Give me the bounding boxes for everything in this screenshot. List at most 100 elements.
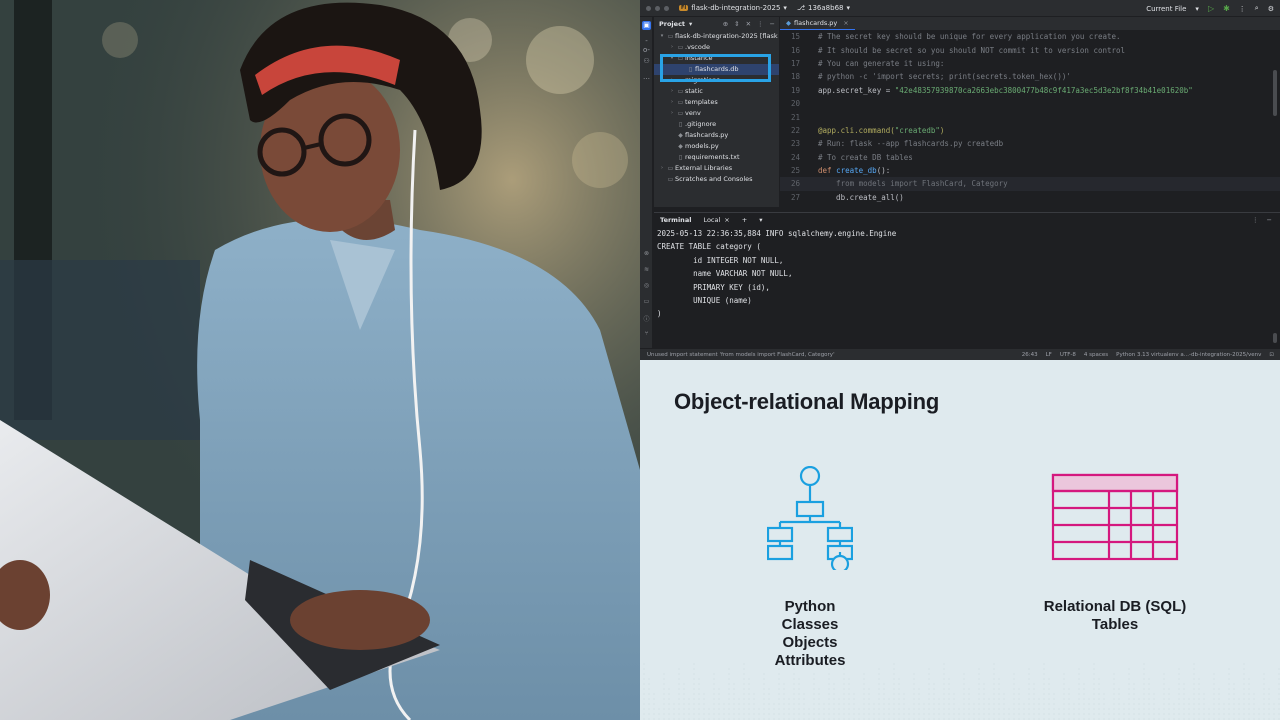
code-token: "createdb": [894, 125, 940, 135]
photo-illustration: [0, 0, 640, 720]
tree-item[interactable]: › ▭ templates: [654, 97, 779, 108]
code-line[interactable]: 18 # python -c 'import secrets; print(sec…: [780, 70, 1280, 83]
code-token: db.create_all(): [818, 192, 904, 202]
code-text: from models import FlashCard, Category: [818, 179, 1008, 188]
tree-item[interactable]: › ▭ External Libraries: [654, 163, 779, 174]
status-message[interactable]: Unused import statement 'from models imp…: [647, 352, 835, 358]
options-icon[interactable]: ⋮: [1252, 216, 1259, 224]
tree-item[interactable]: › ▭ static: [654, 86, 779, 97]
chevron-right-icon[interactable]: ›: [668, 42, 676, 53]
terminal-icon[interactable]: ▭: [640, 298, 653, 314]
run-icon[interactable]: ▷: [1208, 4, 1214, 13]
line-separator[interactable]: LF: [1046, 352, 1052, 358]
code-token: # The secret key should be unique for ev…: [818, 32, 1121, 42]
terminal-line: UNIQUE (name): [657, 295, 752, 305]
project-name: flask-db-integration-2025: [691, 4, 781, 12]
editor-tab-flashcards[interactable]: ◆ flashcards.py ×: [780, 17, 855, 30]
chevron-right-icon[interactable]: ›: [668, 108, 676, 119]
window-controls[interactable]: [646, 5, 669, 11]
tree-item[interactable]: ▯ requirements.txt: [654, 152, 779, 163]
chevron-down-icon[interactable]: ▾: [759, 216, 762, 224]
terminal-scrollbar[interactable]: [1273, 333, 1277, 343]
code-line[interactable]: 24 # To create DB tables: [780, 151, 1280, 164]
tree-item-label: static: [685, 87, 703, 95]
close-icon[interactable]: ×: [724, 216, 729, 224]
code-text: # The secret key should be unique for ev…: [818, 32, 1121, 41]
project-panel-header[interactable]: Project ▾ ⊕ ⇕ ✕ ⋮ −: [654, 17, 779, 31]
run-config-selector[interactable]: Current File: [1146, 5, 1186, 13]
layers-icon[interactable]: ≋: [640, 266, 653, 282]
code-line[interactable]: 19 app.secret_key = "42e48357939870ca2663…: [780, 84, 1280, 97]
folder-icon: ▭: [677, 88, 684, 95]
code-line[interactable]: 23 # Run: flask --app flashcards.py creat…: [780, 137, 1280, 150]
tree-item-label: requirements.txt: [685, 153, 740, 161]
code-line[interactable]: 26 from models import FlashCard, Categor…: [780, 177, 1280, 191]
chevron-down-icon[interactable]: ▾: [658, 31, 666, 42]
tree-item[interactable]: ▾ ▭ flask-db-integration-2025 [flask: [654, 31, 779, 42]
expand-icon[interactable]: ⇕: [734, 20, 739, 28]
code-line[interactable]: 17 # You can generate it using:: [780, 57, 1280, 70]
project-badge: FI: [679, 5, 689, 11]
collapse-icon[interactable]: ✕: [746, 20, 751, 28]
new-terminal-icon[interactable]: +: [742, 216, 747, 224]
options-icon[interactable]: ⋮: [757, 20, 764, 28]
more-icon[interactable]: ⋮: [1239, 5, 1246, 13]
terminal-output[interactable]: 2025-05-13 22:36:35,884 INFO sqlalchemy.…: [654, 227, 1280, 321]
code-line[interactable]: 21: [780, 110, 1280, 123]
terminal-local-tab[interactable]: Local ×: [703, 216, 729, 224]
services-icon[interactable]: ◎: [640, 282, 653, 298]
python-interpreter[interactable]: Python 3.13 virtualenv a...-db-integrati…: [1116, 352, 1261, 358]
editor-scrollbar[interactable]: [1273, 70, 1277, 116]
structure-tool-icon[interactable]: ⚇: [642, 57, 651, 66]
lock-icon[interactable]: ⊡: [1269, 352, 1274, 358]
code-token: "42e48357939870ca2663ebc3800477b48c9f417…: [894, 85, 1193, 95]
tree-item[interactable]: ▯ .gitignore: [654, 119, 779, 130]
class-hierarchy-icon: [767, 466, 853, 570]
indent-setting[interactable]: 4 spaces: [1084, 352, 1108, 358]
debug-icon[interactable]: ✱: [1223, 4, 1230, 13]
project-tool-icon[interactable]: ▣: [642, 21, 651, 30]
search-icon[interactable]: ⌕: [1255, 4, 1259, 13]
python-packages-icon[interactable]: ⊗: [640, 250, 653, 266]
chevron-down-icon: ▾: [1195, 4, 1199, 13]
chevron-right-icon[interactable]: ›: [658, 163, 666, 174]
problems-icon[interactable]: ⓘ: [640, 314, 653, 330]
minimize-icon[interactable]: −: [1267, 216, 1272, 224]
code-token: # Run: flask --app flashcards.py created…: [818, 139, 1004, 149]
code-text: # You can generate it using:: [818, 59, 944, 68]
chevron-right-icon[interactable]: ›: [668, 86, 676, 97]
close-icon[interactable]: ×: [843, 19, 848, 27]
tree-item[interactable]: › ▭ venv: [654, 108, 779, 119]
cursor-position[interactable]: 26:43: [1022, 352, 1038, 358]
hide-icon[interactable]: −: [770, 20, 775, 28]
tree-item[interactable]: ◆ flashcards.py: [654, 130, 779, 141]
code-line[interactable]: 20: [780, 97, 1280, 110]
more-tools-icon[interactable]: …: [642, 73, 651, 82]
code-line[interactable]: 16 # It should be secret so you should NO…: [780, 43, 1280, 56]
python-file-icon: ◆: [678, 143, 683, 150]
branch-selector[interactable]: ⎇ 136a8b68 ▾: [797, 4, 850, 12]
commit-tool-icon[interactable]: -o-: [642, 37, 651, 54]
tree-item[interactable]: ▭ Scratches and Consoles: [654, 174, 779, 185]
file-encoding[interactable]: UTF-8: [1060, 352, 1076, 358]
editor-tab-label: flashcards.py: [794, 19, 838, 27]
folder-icon: ▭: [677, 110, 684, 117]
line-number: 23: [790, 139, 800, 149]
project-selector[interactable]: FI flask-db-integration-2025 ▾: [679, 4, 787, 12]
chevron-right-icon[interactable]: ›: [668, 97, 676, 108]
settings-icon[interactable]: ⚙: [1268, 5, 1274, 13]
python-file-icon: ◆: [786, 19, 791, 27]
code-line[interactable]: 15 # The secret key should be unique for …: [780, 30, 1280, 43]
tree-item[interactable]: ◆ models.py: [654, 141, 779, 152]
git-icon[interactable]: ⑂: [640, 330, 653, 346]
terminal-tab[interactable]: Terminal: [660, 216, 691, 224]
code-line[interactable]: 22 @app.cli.command("createdb"): [780, 124, 1280, 137]
locate-icon[interactable]: ⊕: [723, 20, 728, 28]
python-label-line: Python: [784, 598, 836, 615]
terminal-header: Terminal Local × + ▾ ⋮ −: [654, 213, 1280, 227]
tree-item[interactable]: › ▭ .vscode: [654, 42, 779, 53]
file-icon: ▯: [678, 121, 683, 128]
code-line[interactable]: 27 db.create_all(): [780, 191, 1280, 204]
code-line[interactable]: 25 def create_db():: [780, 164, 1280, 177]
code-editor[interactable]: 15 # The secret key should be unique for …: [780, 30, 1280, 212]
